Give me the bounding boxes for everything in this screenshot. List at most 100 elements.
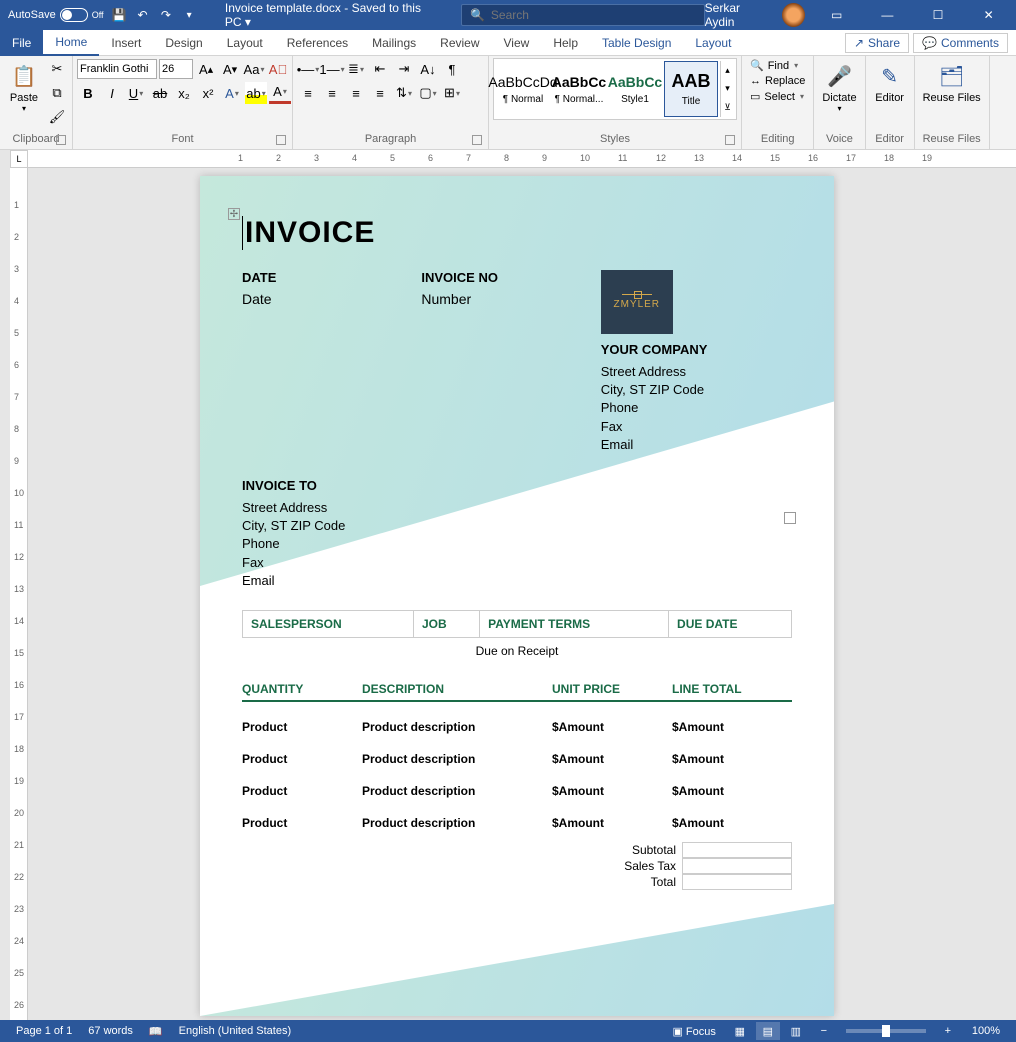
tab-file[interactable]: File: [0, 30, 43, 56]
item-cell[interactable]: $Amount: [672, 784, 792, 798]
company-line[interactable]: Phone: [601, 399, 792, 417]
tab-table-design[interactable]: Table Design: [590, 30, 683, 56]
web-layout-icon[interactable]: ▥: [784, 1022, 808, 1040]
font-size-combo[interactable]: [159, 59, 193, 79]
th-due-date[interactable]: DUE DATE: [669, 610, 792, 637]
undo-icon[interactable]: ↶: [135, 7, 150, 23]
change-case-icon[interactable]: Aa▾: [243, 58, 265, 80]
qat-customize-icon[interactable]: ▾: [182, 7, 197, 23]
th-quantity[interactable]: QUANTITY: [242, 682, 362, 696]
zoom-level[interactable]: 100%: [964, 1025, 1008, 1037]
save-icon[interactable]: 💾: [112, 7, 127, 23]
th-unit-price[interactable]: UNIT PRICE: [552, 682, 672, 696]
editor-button[interactable]: ✎ Editor: [870, 58, 910, 106]
dictate-button[interactable]: 🎤 Dictate ▾: [818, 58, 860, 115]
item-cell[interactable]: Product description: [362, 720, 552, 734]
item-cell[interactable]: Product description: [362, 752, 552, 766]
table-anchor-icon[interactable]: ✢: [228, 208, 240, 220]
item-cell[interactable]: $Amount: [672, 752, 792, 766]
share-button[interactable]: ↗ Share: [845, 33, 909, 53]
subscript-icon[interactable]: x₂: [173, 82, 195, 104]
tax-box[interactable]: [682, 858, 792, 874]
style-gallery-more[interactable]: ▴▾⊻: [720, 61, 734, 117]
company-line[interactable]: City, ST ZIP Code: [601, 381, 792, 399]
item-cell[interactable]: Product description: [362, 816, 552, 830]
th-payment-terms[interactable]: PAYMENT TERMS: [480, 610, 669, 637]
page[interactable]: ✢ INVOICE DATE Date INVOICE NO Number: [200, 176, 834, 1016]
underline-icon[interactable]: U▾: [125, 82, 147, 104]
spell-check-icon[interactable]: 📖: [141, 1025, 171, 1038]
invoice-to-line[interactable]: Street Address: [242, 499, 792, 517]
style-normal2[interactable]: AaBbCc¶ Normal...: [552, 61, 606, 117]
align-right-icon[interactable]: ≡: [345, 82, 367, 104]
date-label[interactable]: DATE: [242, 270, 401, 285]
item-cell[interactable]: $Amount: [672, 816, 792, 830]
tab-design[interactable]: Design: [153, 30, 214, 56]
zoom-slider[interactable]: [846, 1029, 926, 1033]
decrease-indent-icon[interactable]: ⇤: [369, 58, 391, 80]
font-color-icon[interactable]: A▾: [269, 82, 291, 104]
align-center-icon[interactable]: ≡: [321, 82, 343, 104]
item-cell[interactable]: Product description: [362, 784, 552, 798]
paste-button[interactable]: 📋 Paste ▾: [4, 58, 44, 115]
font-launcher[interactable]: [276, 135, 286, 145]
reuse-files-button[interactable]: 🗂 Reuse Files: [919, 58, 985, 106]
select-button[interactable]: ▭ Select ▾: [746, 89, 809, 104]
payment-row[interactable]: Due on Receipt: [242, 638, 792, 664]
zoom-in-icon[interactable]: +: [936, 1022, 960, 1040]
tab-review[interactable]: Review: [428, 30, 491, 56]
user-name[interactable]: Serkar Aydin: [705, 1, 771, 29]
maximize-icon[interactable]: ☐: [919, 0, 958, 30]
copy-icon[interactable]: ⧉: [46, 82, 68, 104]
format-painter-icon[interactable]: 🖌: [46, 106, 68, 128]
strike-icon[interactable]: ab: [149, 82, 171, 104]
tab-home[interactable]: Home: [43, 30, 99, 56]
invoice-to-line[interactable]: Fax: [242, 554, 792, 572]
tax-label[interactable]: Sales Tax: [618, 858, 682, 874]
sort-icon[interactable]: A↓: [417, 58, 439, 80]
item-cell[interactable]: Product: [242, 816, 362, 830]
item-row[interactable]: ProductProduct description$Amount$Amount: [242, 720, 792, 734]
item-cell[interactable]: $Amount: [552, 720, 672, 734]
tab-references[interactable]: References: [275, 30, 360, 56]
invoice-no-value[interactable]: Number: [421, 291, 580, 307]
items-header[interactable]: QUANTITY DESCRIPTION UNIT PRICE LINE TOT…: [242, 682, 792, 702]
invoice-title[interactable]: INVOICE: [242, 216, 792, 250]
item-row[interactable]: ProductProduct description$Amount$Amount: [242, 784, 792, 798]
highlight-icon[interactable]: ab▾: [245, 82, 267, 104]
comments-button[interactable]: 💬 Comments: [913, 33, 1008, 53]
item-cell[interactable]: $Amount: [552, 816, 672, 830]
font-name-combo[interactable]: [77, 59, 157, 79]
document-area[interactable]: 1234567891011121314151617181920212223242…: [0, 168, 1016, 1020]
superscript-icon[interactable]: x²: [197, 82, 219, 104]
item-cell[interactable]: $Amount: [552, 784, 672, 798]
word-count[interactable]: 67 words: [80, 1025, 141, 1037]
bullets-icon[interactable]: •―▾: [297, 58, 319, 80]
horizontal-ruler[interactable]: 12345678910111213141516171819: [28, 150, 1016, 168]
totals-section[interactable]: Subtotal Sales Tax Total: [242, 842, 792, 890]
item-cell[interactable]: Product: [242, 752, 362, 766]
invoice-to-line[interactable]: Phone: [242, 535, 792, 553]
subtotal-box[interactable]: [682, 842, 792, 858]
table-resize-handle[interactable]: [784, 512, 796, 524]
invoice-no-label[interactable]: INVOICE NO: [421, 270, 580, 285]
user-avatar[interactable]: [782, 3, 805, 27]
payment-table[interactable]: SALESPERSON JOB PAYMENT TERMS DUE DATE: [242, 610, 792, 638]
company-line[interactable]: Fax: [601, 418, 792, 436]
multilevel-icon[interactable]: ≣▾: [345, 58, 367, 80]
language[interactable]: English (United States): [171, 1025, 300, 1037]
invoice-to-label[interactable]: INVOICE TO: [242, 478, 792, 493]
grow-font-icon[interactable]: A▴: [195, 58, 217, 80]
increase-indent-icon[interactable]: ⇥: [393, 58, 415, 80]
style-style1[interactable]: AaBbCcStyle1: [608, 61, 662, 117]
ribbon-display-icon[interactable]: ▭: [817, 0, 856, 30]
tab-view[interactable]: View: [492, 30, 542, 56]
ruler-corner[interactable]: L: [10, 150, 28, 168]
item-cell[interactable]: $Amount: [552, 752, 672, 766]
tab-table-layout[interactable]: Layout: [683, 30, 743, 56]
zoom-out-icon[interactable]: −: [812, 1022, 836, 1040]
item-row[interactable]: ProductProduct description$Amount$Amount: [242, 816, 792, 830]
read-mode-icon[interactable]: ▦: [728, 1022, 752, 1040]
shrink-font-icon[interactable]: A▾: [219, 58, 241, 80]
item-cell[interactable]: Product: [242, 784, 362, 798]
